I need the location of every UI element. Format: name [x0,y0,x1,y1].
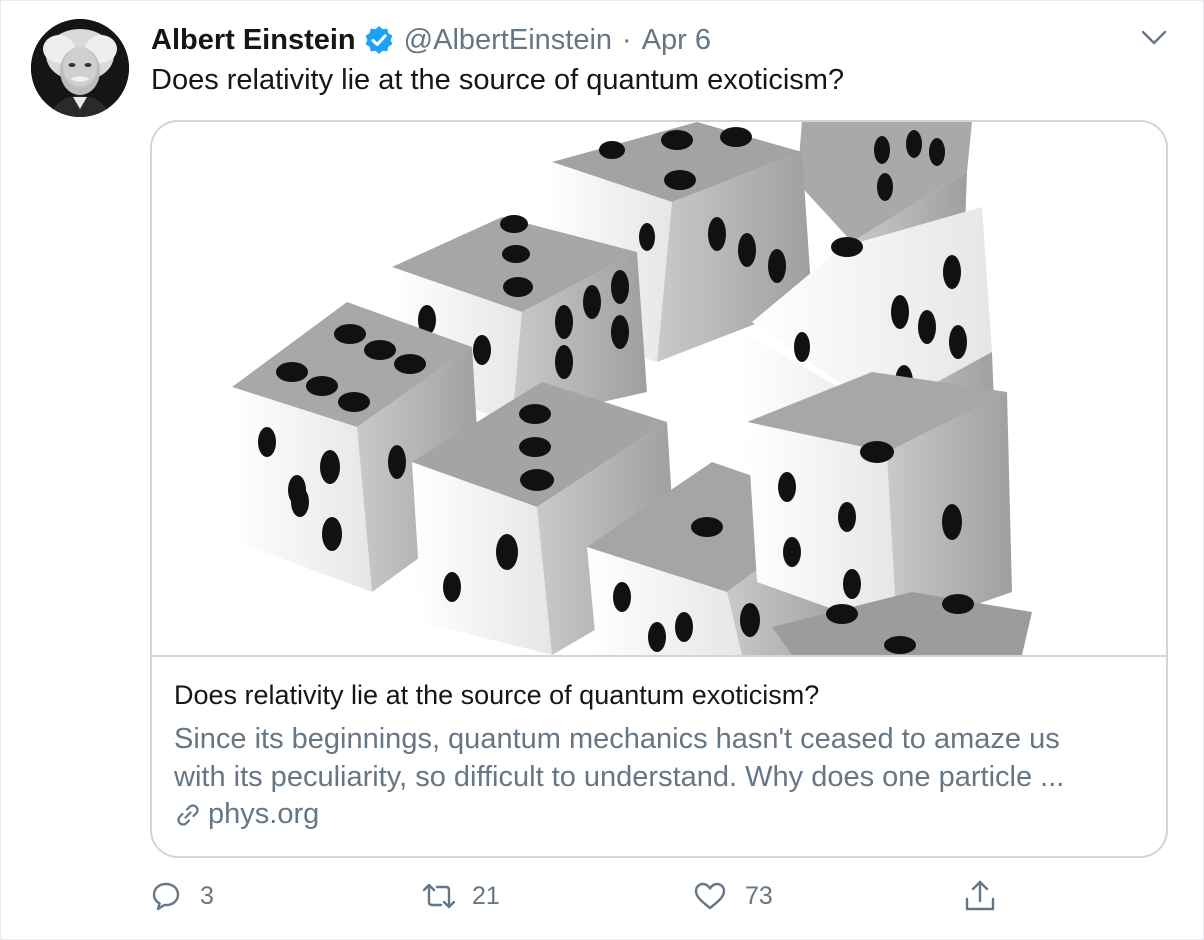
author-name[interactable]: Albert Einstein [151,24,356,57]
share-button[interactable] [962,876,998,916]
card-title: Does relativity lie at the source of qua… [174,680,820,710]
card-divider [152,655,1166,657]
tweet-text: Does relativity lie at the source of qua… [151,64,845,96]
retweet-count: 21 [472,881,500,910]
card-description-line: Since its beginnings, quantum mechanics … [174,723,1060,755]
tweet-date[interactable]: Apr 6 [642,24,711,57]
header-separator: · [622,23,632,56]
like-count: 73 [745,881,773,910]
verified-badge-icon [364,25,394,55]
tweet-menu-button[interactable] [1138,24,1170,52]
link-icon [177,803,199,826]
card-description: Since its beginnings, quantum mechanics … [174,720,1144,796]
share-icon [965,880,995,911]
reply-icon [152,882,180,911]
heart-icon [694,882,726,910]
retweet-button[interactable]: 21 [420,876,500,916]
impossible-dice-triangle-icon [232,122,1032,655]
avatar[interactable] [31,19,129,117]
retweet-icon [422,883,456,909]
reply-count: 3 [200,881,214,910]
author-handle[interactable]: @AlbertEinstein [404,24,612,57]
chevron-down-icon [1141,30,1167,45]
tweet-actions: 3 21 73 [0,876,1204,916]
tweet-header: Albert Einstein @AlbertEinstein · Apr 6 [151,20,711,60]
card-image [152,122,1166,655]
card-domain-text: phys.org [208,798,320,830]
like-button[interactable]: 73 [693,876,773,916]
reply-button[interactable]: 3 [150,876,214,916]
einstein-portrait-icon [31,19,129,117]
card-domain: phys.org [174,798,319,831]
link-card[interactable]: Does relativity lie at the source of qua… [150,120,1168,858]
card-description-line: with its peculiarity, so difficult to un… [174,761,1065,793]
